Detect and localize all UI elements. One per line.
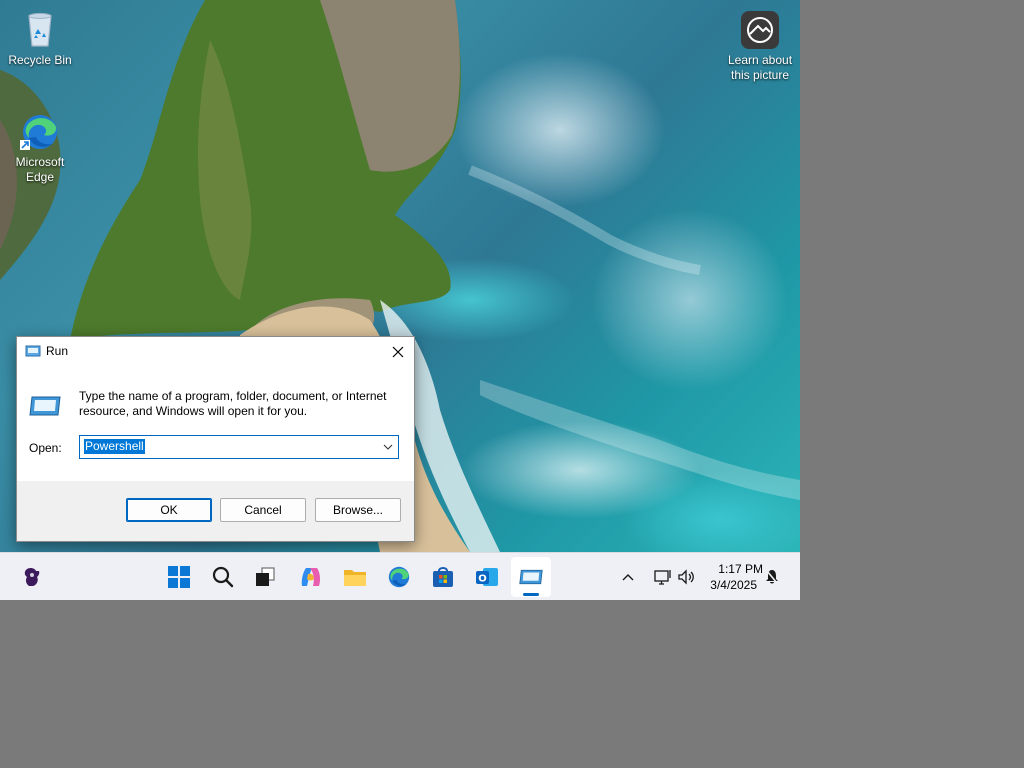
run-title-icon [25,345,41,357]
run-body: Type the name of a program, folder, docu… [17,367,414,481]
widgets-button[interactable] [12,557,52,597]
clock-time[interactable]: 1:17 PM [703,562,763,576]
open-label: Open: [29,441,62,455]
cancel-button[interactable]: Cancel [220,498,306,522]
store-button[interactable] [423,557,463,597]
run-title: Run [46,344,69,358]
active-app-indicator [523,593,539,596]
outlook-icon: O [476,568,498,586]
ok-button[interactable]: OK [126,498,212,522]
network-icon [654,570,671,585]
file-explorer-button[interactable] [335,557,375,597]
store-icon [433,567,453,587]
open-dropdown-button[interactable] [380,438,396,456]
microsoft-edge-label: Microsoft Edge [15,155,65,184]
edge-taskbar-button[interactable] [379,557,419,597]
learn-about-picture-label: Learn about this picture [727,53,793,82]
edge-icon [388,566,410,588]
taskbar: O 1:17 PM 3/4/2025 [0,552,800,600]
open-input[interactable]: Powershell [84,439,145,454]
start-icon [168,566,190,588]
run-icon [519,569,543,585]
network-volume-button[interactable] [645,557,705,597]
task-view-button[interactable] [245,557,285,597]
start-button[interactable] [159,557,199,597]
close-button[interactable] [382,337,414,367]
widgets-icon [24,567,40,586]
microsoft-edge-shortcut[interactable]: Microsoft Edge [3,112,77,185]
notification-button[interactable] [757,557,787,597]
copilot-button[interactable] [291,557,331,597]
run-titlebar[interactable]: Run [17,337,414,367]
notification-icon [766,570,778,584]
learn-about-picture-icon [741,11,779,49]
browse-button[interactable]: Browse... [315,498,401,522]
run-program-icon [29,396,61,416]
svg-text:O: O [478,574,487,585]
volume-icon [678,569,694,585]
clock-date[interactable]: 3/4/2025 [703,578,757,592]
run-description: Type the name of a program, folder, docu… [79,389,387,418]
recycle-bin-icon [28,13,52,47]
recycle-bin-label: Recycle Bin [8,53,72,67]
open-combobox[interactable]: Powershell [79,435,399,459]
learn-about-picture-shortcut[interactable]: Learn about this picture [723,10,797,83]
search-button[interactable] [203,557,243,597]
desktop-screen: Recycle Bin Microsoft Edge Learn about t… [0,0,800,600]
chevron-up-icon [622,574,634,581]
copilot-icon [301,568,321,586]
show-hidden-icons-button[interactable] [608,557,648,597]
run-dialog: Run Type the name of a program, folder, … [16,336,415,542]
edge-icon [20,115,57,150]
run-taskbar-button[interactable] [511,557,551,597]
outlook-button[interactable]: O [467,557,507,597]
search-icon [212,566,234,588]
chevron-down-icon [383,444,393,450]
recycle-bin-shortcut[interactable]: Recycle Bin [3,10,77,68]
task-view-icon [256,567,275,586]
file-explorer-icon [344,570,366,586]
close-icon [392,346,404,358]
